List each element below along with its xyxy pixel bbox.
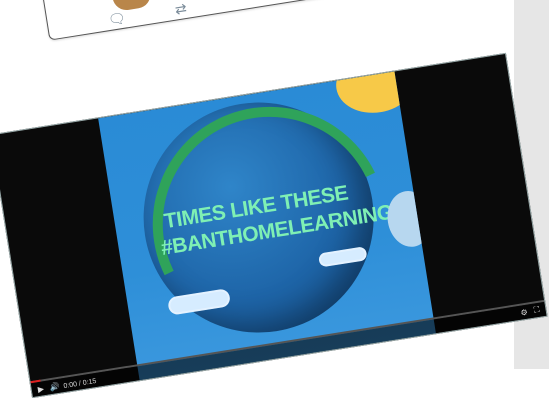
play-icon[interactable]: ▶	[37, 384, 44, 394]
volume-icon[interactable]: 🔊	[49, 382, 60, 392]
reply-icon[interactable]: 🗨	[107, 10, 127, 30]
bubble-graphic	[383, 187, 436, 251]
time-display: 0:00 / 0:15	[63, 377, 97, 391]
video-player[interactable]: TIMES LIKE THESE #BANTHOMELEARNING ▶ 🔊 0…	[0, 52, 548, 398]
settings-icon[interactable]: ⚙	[520, 308, 528, 318]
tweet-card[interactable]: 🗨 ⇄	[32, 0, 378, 41]
fullscreen-icon[interactable]: ⛶	[533, 305, 540, 316]
retweet-icon[interactable]: ⇄	[174, 0, 188, 18]
globe-graphic: TIMES LIKE THESE #BANTHOMELEARNING	[121, 75, 419, 373]
sun-graphic	[331, 71, 421, 119]
